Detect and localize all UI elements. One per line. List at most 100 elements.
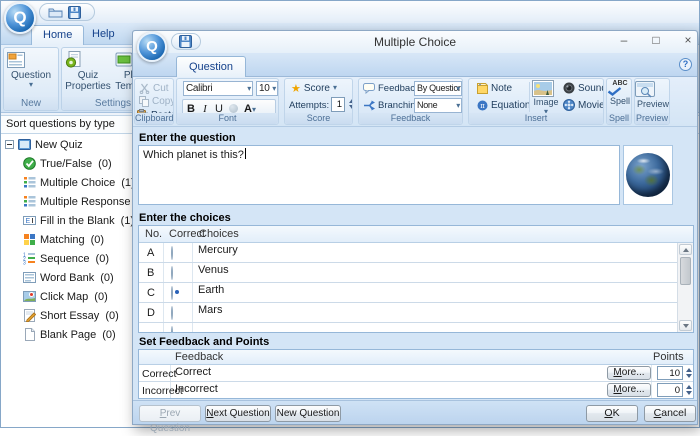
copy-button[interactable]: Copy (139, 94, 174, 108)
points-stepper[interactable] (684, 368, 693, 378)
scroll-down-button[interactable] (679, 320, 692, 331)
choice-row-C[interactable]: C Earth (139, 283, 677, 303)
correct-radio[interactable] (171, 326, 173, 333)
close-button[interactable]: × (675, 32, 700, 51)
branching-label: Branching (363, 98, 421, 112)
group-score: ★ Score ▾ Attempts: 1 Score (284, 78, 353, 125)
abc-icon: ABC (607, 80, 632, 87)
question-image-thumbnail[interactable] (623, 145, 673, 205)
branching-combo[interactable]: None▾ (414, 98, 462, 113)
svg-text:E: E (26, 218, 31, 225)
sidebar-item-word-bank[interactable]: Word Bank(0) (23, 269, 114, 286)
feedback-table: Feedback Points Correct Correct More... … (138, 349, 694, 399)
score-button[interactable]: ★ Score ▾ (291, 81, 337, 95)
multiple-choice-dialog: Multiple Choice – □ × Q Question ? Cut C… (132, 30, 698, 425)
sidebar-item-true-false[interactable]: True/False(0) (23, 155, 112, 172)
collapse-icon[interactable] (5, 140, 14, 149)
group-label-font: Font (177, 113, 278, 124)
tree-root-new-quiz[interactable]: New Quiz (5, 136, 83, 153)
quiz-properties-button[interactable]: Quiz Properties (64, 50, 112, 92)
preview-button[interactable]: Preview (635, 81, 670, 110)
dropdown-icon: ▾ (272, 85, 276, 93)
more-button[interactable]: More... (607, 366, 651, 380)
choice-row-D[interactable]: D Mars (139, 303, 677, 323)
points-input[interactable]: 10 (657, 366, 683, 380)
correct-radio[interactable] (171, 306, 173, 320)
svg-text:π: π (480, 102, 485, 110)
col-header-points: Points (653, 350, 684, 364)
maximize-button[interactable]: □ (643, 32, 669, 51)
choice-row-partial[interactable] (139, 323, 677, 333)
question-text-input[interactable]: Which planet is this? (138, 145, 620, 205)
choices-scrollbar[interactable] (677, 243, 693, 332)
choice-row-A[interactable]: A Mercury (139, 243, 677, 263)
cancel-button[interactable]: Cancel (644, 405, 696, 422)
attempts-stepper[interactable] (347, 99, 353, 109)
choice-row-B[interactable]: B Venus (139, 263, 677, 283)
feedback-mode-combo[interactable]: By Question▾ (414, 81, 462, 96)
image-button[interactable]: Image ▾ (532, 80, 560, 116)
sound-speaker-icon (563, 82, 575, 94)
group-label-score: Score (285, 113, 352, 124)
font-size-combo[interactable]: 10▾ (256, 81, 278, 96)
scrollbar-thumb[interactable] (680, 257, 691, 285)
sidebar-item-multiple-choice[interactable]: Multiple Choice(1) (23, 174, 135, 191)
save-icon[interactable] (68, 6, 81, 19)
copy-icon (139, 96, 149, 107)
main-title-bar[interactable] (1, 1, 699, 23)
blank-page-icon (23, 328, 36, 341)
sidebar-item-matching[interactable]: Matching(0) (23, 231, 104, 248)
correct-radio[interactable] (171, 246, 173, 260)
group-label-insert: Insert (469, 113, 603, 124)
dropdown-icon: ▾ (456, 85, 460, 93)
sidebar-item-blank-page[interactable]: Blank Page(0) (23, 326, 116, 343)
choices-section-label: Enter the choices (139, 212, 231, 224)
feedback-label: Feedback (363, 81, 420, 95)
more-button[interactable]: More... (607, 383, 651, 397)
sidebar-item-short-essay[interactable]: Short Essay(0) (23, 307, 119, 324)
next-question-button[interactable]: Next Question (205, 405, 271, 422)
correct-radio[interactable] (171, 286, 173, 300)
prev-question-button[interactable]: Prev Question (139, 405, 201, 422)
points-stepper[interactable] (684, 385, 693, 395)
scroll-up-button[interactable] (679, 244, 692, 255)
app-logo-button[interactable]: Q (4, 2, 36, 34)
multiple-response-icon (23, 195, 36, 208)
sidebar-item-click-map[interactable]: Click Map(0) (23, 288, 108, 305)
equation-button[interactable]: π Equation (477, 98, 530, 112)
group-insert: Note π Equation Image ▾ Sound Movie Inse… (468, 78, 604, 125)
spell-button[interactable]: ABC Spell (607, 80, 632, 107)
tab-question[interactable]: Question (176, 56, 246, 77)
sidebar-item-sequence[interactable]: 123 Sequence(0) (23, 250, 109, 267)
movie-reel-icon (563, 99, 575, 111)
attempts-input[interactable]: 1 (331, 97, 345, 112)
tab-help[interactable]: Help (81, 25, 126, 45)
correct-radio[interactable] (171, 266, 173, 280)
open-folder-icon[interactable] (48, 7, 63, 18)
group-label-new: New (4, 97, 58, 110)
tab-home[interactable]: Home (31, 25, 84, 45)
dialog-title: Multiple Choice (374, 35, 456, 49)
sidebar-item-multiple-response[interactable]: Multiple Response(0) (23, 193, 150, 210)
new-question-button[interactable]: New Question (275, 405, 341, 422)
choices-table: No. Correct Choices A Mercury B Venus C … (138, 225, 694, 333)
question-button[interactable]: Question ▾ (6, 50, 56, 89)
sound-button[interactable]: Sound (563, 81, 604, 95)
minimize-button[interactable]: – (611, 32, 637, 51)
ok-button[interactable]: OK (586, 405, 638, 422)
font-family-combo[interactable]: Calibri▾ (183, 81, 253, 96)
save-icon[interactable] (179, 35, 192, 48)
dialog-logo-button[interactable]: Q (137, 32, 167, 62)
sidebar-item-fill-in-the-blank[interactable]: E Fill in the Blank(1) (23, 212, 134, 229)
help-icon[interactable]: ? (679, 58, 692, 71)
dropdown-icon: ▾ (456, 102, 460, 110)
points-input[interactable]: 0 (657, 383, 683, 397)
note-button[interactable]: Note (477, 81, 512, 95)
gear-document-icon (64, 50, 112, 70)
choices-header-row: No. Correct Choices (139, 226, 693, 243)
movie-button[interactable]: Movie (563, 98, 604, 112)
group-label-feedback: Feedback (359, 113, 462, 124)
dropdown-icon: ▾ (247, 85, 251, 93)
cut-button[interactable]: Cut (139, 81, 169, 95)
fill-blank-icon: E (23, 214, 36, 227)
